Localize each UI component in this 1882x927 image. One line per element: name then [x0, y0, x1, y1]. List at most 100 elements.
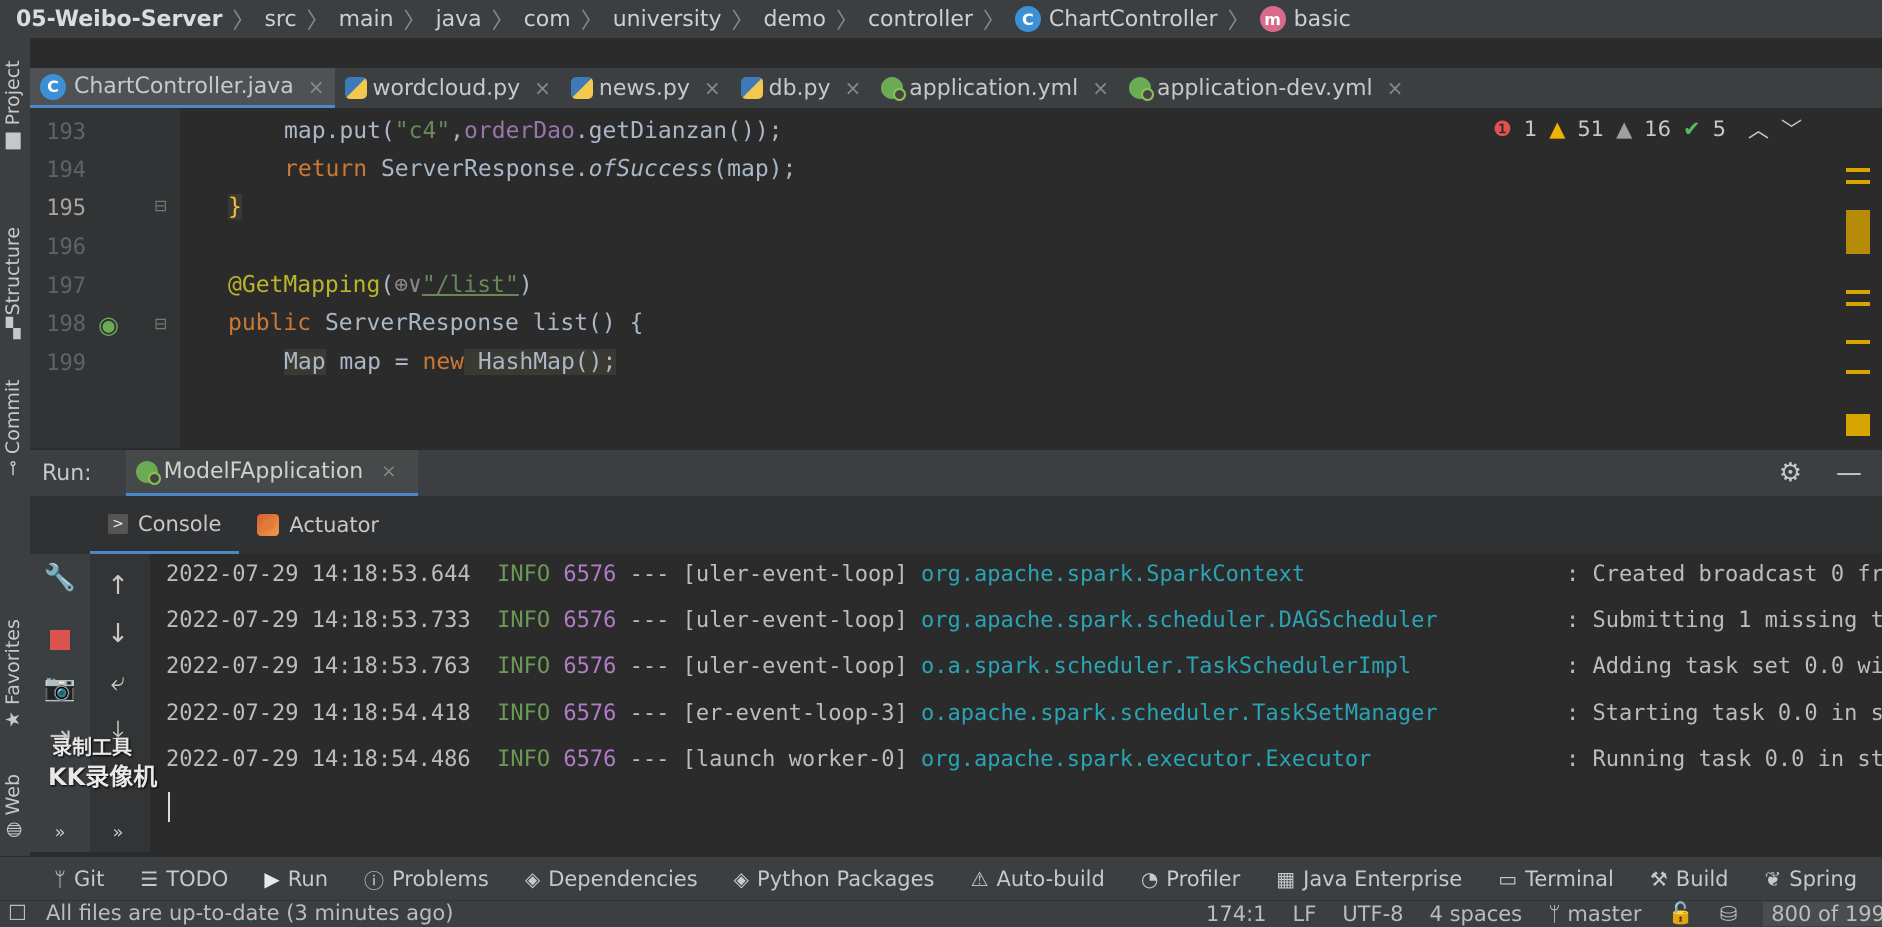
tool-tab-auto-build[interactable]: ⚠ Auto-build: [971, 867, 1105, 891]
tool-tab-label: Auto-build: [996, 867, 1105, 891]
run-panel-tools: ⚙ —: [1779, 458, 1862, 488]
tab-wordcloud-py[interactable]: wordcloud.py ×: [335, 68, 561, 108]
tab-news-py[interactable]: news.py ×: [561, 68, 731, 108]
favorites-tool-tab[interactable]: ★ Favorites: [2, 619, 24, 728]
tool-tab-problems[interactable]: ⓘ Problems: [364, 865, 489, 894]
breadcrumb-item-demo[interactable]: demo: [764, 7, 826, 32]
log-separator: ---: [629, 562, 670, 587]
fold-icon[interactable]: ⊟: [154, 314, 167, 333]
breadcrumb-item-university[interactable]: university: [613, 7, 722, 32]
tool-tab-todo[interactable]: ☰ TODO: [140, 867, 228, 891]
tool-tab-dependencies[interactable]: ◈ Dependencies: [525, 867, 698, 891]
code-editor[interactable]: 193 194 195 196 197 198 199 ◉ ⊟ ⊟ map.pu…: [30, 108, 1882, 448]
soft-wrap-icon[interactable]: ⤶: [98, 662, 138, 702]
close-icon[interactable]: ×: [381, 461, 396, 482]
minimize-icon[interactable]: —: [1836, 458, 1862, 488]
lock-icon[interactable]: 🔓: [1667, 901, 1693, 926]
arrow-up-icon[interactable]: ↑: [98, 566, 138, 606]
breadcrumb-item-method[interactable]: m basic: [1259, 6, 1351, 32]
log-logger[interactable]: org.apache.spark.SparkContext: [921, 562, 1305, 587]
breadcrumb-project[interactable]: 05-Weibo-Server: [16, 7, 222, 32]
error-stripe[interactable]: [1846, 160, 1870, 448]
tool-tab-run[interactable]: ▶ Run: [264, 867, 328, 891]
fold-icon[interactable]: ⊟: [154, 196, 167, 215]
breadcrumb-item-main[interactable]: main: [339, 7, 394, 32]
tool-tab-build[interactable]: ⚒ Build: [1650, 867, 1729, 891]
caret-position[interactable]: 174:1: [1206, 902, 1267, 926]
info-circle-icon: ⓘ: [364, 868, 385, 893]
line-separator[interactable]: LF: [1293, 902, 1317, 926]
more-icon[interactable]: »: [40, 812, 80, 852]
run-config-tab[interactable]: ModelFApplication ×: [125, 450, 419, 496]
gear-icon[interactable]: ⚙: [1779, 458, 1802, 488]
database-icon[interactable]: ⛁: [1720, 902, 1738, 926]
indent-setting[interactable]: 4 spaces: [1430, 902, 1523, 926]
breadcrumb-item-com[interactable]: com: [524, 7, 571, 32]
close-icon[interactable]: ×: [1387, 76, 1404, 100]
tab-application-yml[interactable]: application.yml ×: [871, 68, 1119, 108]
status-bar: ☐ All files are up-to-date (3 minutes ag…: [0, 900, 1882, 927]
breadcrumb-method-label: basic: [1293, 6, 1351, 32]
breadcrumb-item-src[interactable]: src: [264, 7, 296, 32]
tool-tab-terminal[interactable]: ▭ Terminal: [1498, 867, 1614, 891]
git-branch-icon: ᛘ: [1548, 901, 1568, 926]
inspection-widget[interactable]: ❶1 ▲ 51 ▲ 16 ✔ 5 ︿ ﹀: [1493, 114, 1802, 144]
console-subtabs: > Console Actuator: [30, 496, 1882, 554]
log-logger[interactable]: org.apache.spark.executor.Executor: [921, 747, 1371, 772]
text-caret: [168, 792, 170, 822]
console-output[interactable]: 2022-07-29 14:18:53.644 INFO 6576 --- [u…: [150, 554, 1882, 852]
close-icon[interactable]: ×: [534, 76, 551, 100]
weak-warning-count: 16: [1644, 117, 1672, 141]
recorder-watermark: 录制工具 KK录像机: [48, 732, 157, 792]
tab-actuator[interactable]: Actuator: [239, 496, 397, 554]
commit-tool-label: Commit: [2, 379, 24, 455]
log-timestamp: 2022-07-29 14:18:54.486: [166, 747, 471, 772]
close-icon[interactable]: ×: [308, 75, 325, 99]
tab-chartcontroller-java[interactable]: C ChartController.java ×: [30, 68, 335, 108]
line-number: 194: [46, 158, 86, 183]
stop-icon[interactable]: [40, 620, 80, 660]
camera-icon[interactable]: 📷: [40, 668, 80, 708]
square-icon[interactable]: ☐: [8, 901, 27, 925]
log-logger[interactable]: o.apache.spark.scheduler.TaskSetManager: [921, 701, 1438, 726]
breadcrumb-item-java[interactable]: java: [436, 7, 482, 32]
python-file-icon: [344, 77, 367, 99]
close-icon[interactable]: ×: [845, 76, 862, 100]
spring-mapping-gutter-icon[interactable]: ◉: [98, 311, 119, 339]
tool-tab-label: Build: [1675, 867, 1729, 891]
web-tool-tab[interactable]: ◍ Web: [2, 774, 24, 838]
typo-count: 5: [1712, 117, 1726, 141]
code-string[interactable]: "/list": [422, 272, 519, 298]
status-message[interactable]: All files are up-to-date (3 minutes ago): [46, 901, 453, 925]
chevron-up-icon[interactable]: ︿: [1748, 114, 1769, 144]
globe-dropdown-icon[interactable]: ⊕∨: [394, 272, 422, 298]
memory-indicator[interactable]: 800 of 1994M: [1763, 901, 1882, 926]
tool-tab-java-enterprise[interactable]: ▦ Java Enterprise: [1276, 867, 1462, 891]
tool-tab-spring[interactable]: ❦ Spring: [1765, 867, 1858, 891]
vcs-branch[interactable]: ᛘ master: [1548, 902, 1641, 926]
file-encoding[interactable]: UTF-8: [1342, 902, 1403, 926]
code-field: orderDao: [464, 118, 575, 144]
run-panel-label: Run:: [42, 460, 92, 486]
tab-application-dev-yml[interactable]: application-dev.yml ×: [1119, 68, 1413, 108]
project-tool-tab[interactable]: ▆ Project: [2, 60, 24, 149]
tab-console[interactable]: > Console: [90, 496, 240, 554]
close-icon[interactable]: ×: [704, 76, 721, 100]
code-line-193: map.put("c4",orderDao.getDianzan());: [284, 118, 783, 144]
wrench-icon[interactable]: 🔧: [40, 558, 80, 598]
structure-tool-tab[interactable]: ▚ Structure: [2, 227, 24, 340]
close-icon[interactable]: ×: [1092, 76, 1109, 100]
left-tool-strip: ▆ Project ▚ Structure ⊸ Commit ★ Favorites ◍…: [0, 38, 31, 888]
tool-tab-python-packages[interactable]: ◈ Python Packages: [734, 867, 935, 891]
breadcrumb-item-controller[interactable]: controller: [868, 7, 973, 32]
log-logger[interactable]: org.apache.spark.scheduler.DAGScheduler: [921, 608, 1438, 633]
tool-tab-profiler[interactable]: ◔ Profiler: [1141, 867, 1240, 891]
chevron-down-icon[interactable]: ﹀: [1781, 114, 1802, 144]
more-icon[interactable]: »: [98, 812, 138, 852]
tab-db-py[interactable]: db.py ×: [731, 68, 872, 108]
tool-tab-git[interactable]: ᛘ Git: [54, 867, 104, 891]
commit-tool-tab[interactable]: ⊸ Commit: [2, 379, 24, 476]
breadcrumb-item-class[interactable]: C ChartController: [1014, 6, 1218, 32]
arrow-down-icon[interactable]: ↓: [98, 614, 138, 654]
log-logger[interactable]: o.a.spark.scheduler.TaskSchedulerImpl: [921, 654, 1411, 679]
